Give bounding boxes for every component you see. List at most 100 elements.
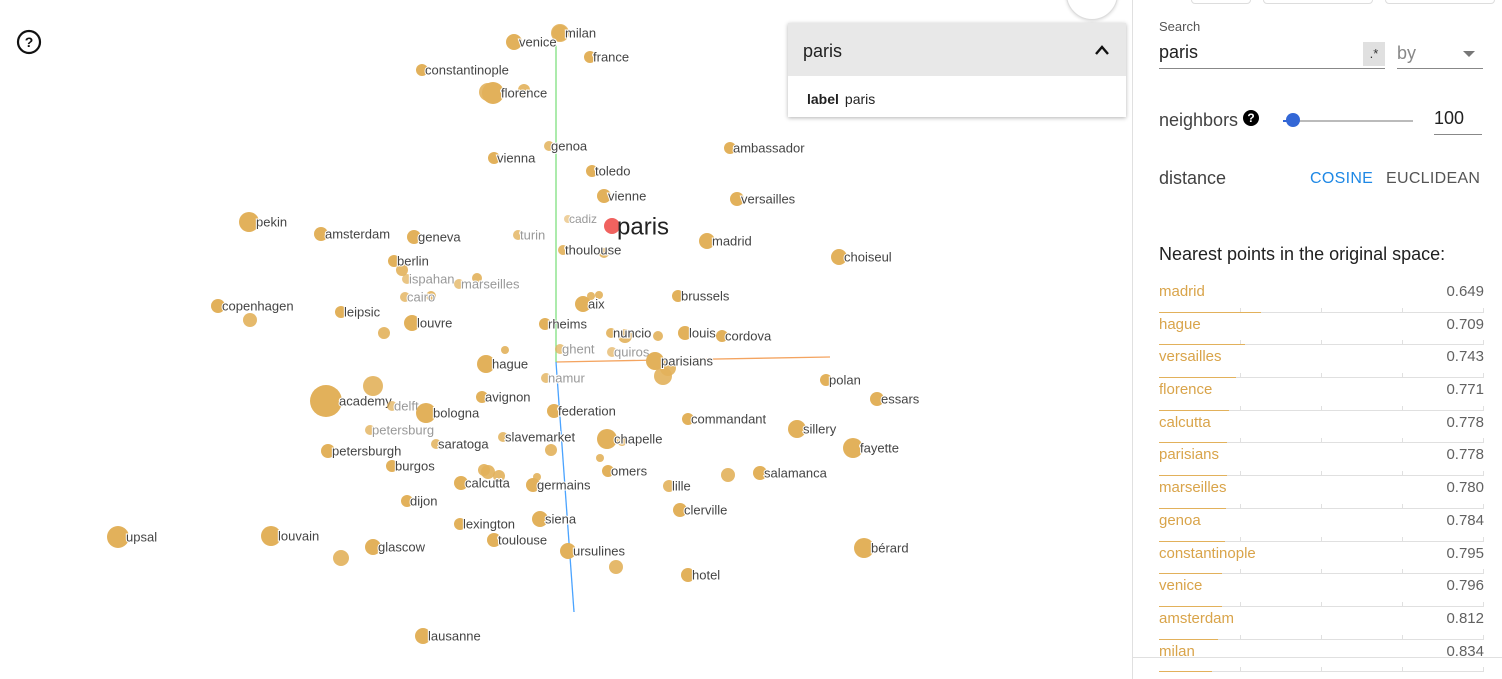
scatter-point[interactable] xyxy=(653,331,663,341)
neighbors-input[interactable]: 100 xyxy=(1434,108,1482,135)
scatter-point[interactable] xyxy=(243,313,257,327)
nearest-point-row[interactable]: milan 0.834 xyxy=(1159,640,1484,673)
point-label: federation xyxy=(558,404,616,419)
nearest-point-label[interactable]: hague xyxy=(1159,316,1201,333)
nearest-point-label[interactable]: versailles xyxy=(1159,348,1222,365)
panel-tab[interactable] xyxy=(1191,0,1251,4)
help-icon[interactable]: ? xyxy=(1243,110,1259,126)
distance-cosine-button[interactable]: COSINE xyxy=(1310,170,1373,188)
point-label: slavemarket xyxy=(505,430,575,445)
nearest-point-label[interactable]: florence xyxy=(1159,381,1212,398)
point-label: lausanne xyxy=(428,629,481,644)
point-label: avignon xyxy=(485,390,531,405)
nearest-point-row[interactable]: calcutta 0.778 xyxy=(1159,411,1484,444)
nearest-point-row[interactable]: marseilles 0.780 xyxy=(1159,476,1484,509)
point-label: petersburg xyxy=(372,423,434,438)
panel-tab[interactable] xyxy=(1385,0,1495,4)
nearest-point-label[interactable]: parisians xyxy=(1159,446,1219,463)
scatter-point[interactable] xyxy=(378,327,390,339)
point-label: siena xyxy=(545,512,577,527)
point-label: namur xyxy=(548,371,586,386)
point-label: marseilles xyxy=(461,277,520,292)
dropdown-arrow-icon xyxy=(1463,51,1475,57)
point-label: commandant xyxy=(691,412,767,427)
scatter-point[interactable] xyxy=(545,444,557,456)
projection-canvas[interactable]: milan venice france constantinople florence g… xyxy=(0,0,1132,679)
point-label: louis xyxy=(689,326,716,341)
nearest-point-label[interactable]: marseilles xyxy=(1159,479,1227,496)
nearest-point-row[interactable]: genoa 0.784 xyxy=(1159,509,1484,542)
point-label: leipsic xyxy=(344,305,381,320)
regex-toggle-button[interactable]: .* xyxy=(1363,42,1385,66)
nearest-point-row[interactable]: madrid 0.649 xyxy=(1159,280,1484,313)
point-label: germains xyxy=(537,478,591,493)
point-label: burgos xyxy=(395,459,435,474)
point-label: amsterdam xyxy=(325,227,390,242)
by-select[interactable]: by xyxy=(1397,40,1483,69)
nearest-point-row[interactable]: parisians 0.778 xyxy=(1159,443,1484,477)
card-field-row: label paris xyxy=(807,91,875,107)
nearest-points-title: Nearest points in the original space: xyxy=(1159,244,1446,264)
nearest-point-distance: 0.780 xyxy=(1446,479,1484,497)
card-header[interactable]: paris xyxy=(788,23,1126,76)
point-label: lille xyxy=(672,479,691,494)
card-title: paris xyxy=(803,41,843,61)
point-label: constantinople xyxy=(425,63,509,78)
scatter-point[interactable] xyxy=(721,468,735,482)
nearest-point-row[interactable]: amsterdam 0.812 xyxy=(1159,607,1484,640)
point-label: florence xyxy=(501,86,547,101)
point-label: rheims xyxy=(548,317,588,332)
search-input[interactable] xyxy=(1159,42,1339,63)
nearest-point-distance: 0.771 xyxy=(1446,381,1484,399)
nearest-point-label[interactable]: madrid xyxy=(1159,283,1205,300)
scatter-point[interactable] xyxy=(310,385,342,417)
point-label: nuncio xyxy=(613,326,651,341)
scatter-point[interactable] xyxy=(596,454,604,462)
help-icon[interactable]: ? xyxy=(16,29,42,55)
nearest-point-label[interactable]: genoa xyxy=(1159,512,1201,529)
point-label: vienna xyxy=(497,151,536,166)
scatter-point[interactable] xyxy=(501,346,509,354)
nearest-point-distance: 0.778 xyxy=(1446,446,1484,464)
nearest-points-list: madrid 0.649 hague 0.709 versailles 0.743 flor… xyxy=(1159,280,1484,673)
search-field[interactable] xyxy=(1159,40,1385,69)
nearest-point-row[interactable]: hague 0.709 xyxy=(1159,313,1484,346)
point-label: glascow xyxy=(378,540,426,555)
point-label: vienne xyxy=(608,189,646,204)
point-label: venice xyxy=(519,35,557,50)
point-label: geneva xyxy=(418,230,461,245)
nearest-point-label[interactable]: amsterdam xyxy=(1159,610,1234,627)
point-label: hague xyxy=(492,357,528,372)
neighbors-slider-track[interactable] xyxy=(1283,120,1413,122)
point-label: louvre xyxy=(417,316,452,331)
point-label: choiseul xyxy=(844,250,892,265)
selected-point-card: paris label paris xyxy=(788,23,1126,117)
point-label: lexington xyxy=(463,517,515,532)
distance-euclidean-button[interactable]: EUCLIDEAN xyxy=(1386,170,1480,188)
chevron-up-icon[interactable] xyxy=(1094,43,1110,61)
point-label: academy xyxy=(339,394,392,409)
nearest-point-label[interactable]: constantinople xyxy=(1159,545,1256,562)
nearest-point-row[interactable]: florence 0.771 xyxy=(1159,378,1484,411)
nearest-point-row[interactable]: venice 0.796 xyxy=(1159,574,1484,607)
nearest-point-row[interactable]: constantinople 0.795 xyxy=(1159,542,1484,575)
point-label: essars xyxy=(881,392,920,407)
panel-divider xyxy=(1133,657,1502,658)
panel-tab[interactable] xyxy=(1263,0,1373,4)
point-label: fayette xyxy=(860,441,899,456)
nearest-point-row[interactable]: versailles 0.743 xyxy=(1159,345,1484,379)
point-label: cadiz xyxy=(569,212,597,226)
scatter-point[interactable] xyxy=(609,560,623,574)
nearest-point-distance: 0.743 xyxy=(1446,348,1484,366)
point-label: dijon xyxy=(410,494,437,509)
field-name: label xyxy=(807,91,839,107)
nearest-point-distance: 0.778 xyxy=(1446,413,1484,431)
scatter-point[interactable] xyxy=(333,550,349,566)
point-label: aix xyxy=(588,297,605,312)
point-label: brussels xyxy=(681,289,730,304)
point-label: paris xyxy=(617,213,669,240)
nearest-point-label[interactable]: calcutta xyxy=(1159,414,1211,431)
nearest-point-label[interactable]: venice xyxy=(1159,577,1202,594)
neighbors-slider-knob[interactable] xyxy=(1286,113,1301,127)
point-label: turin xyxy=(520,228,545,243)
